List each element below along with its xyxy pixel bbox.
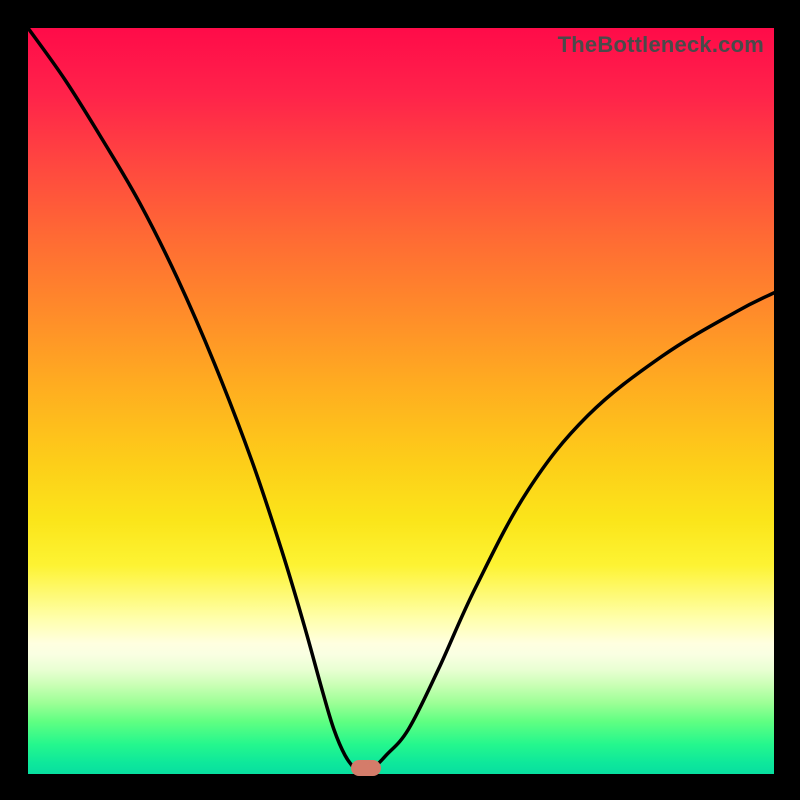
bottleneck-curve (28, 28, 774, 774)
chart-frame: TheBottleneck.com (0, 0, 800, 800)
plot-area: TheBottleneck.com (28, 28, 774, 774)
watermark-text: TheBottleneck.com (558, 32, 764, 58)
minimum-marker (351, 760, 381, 776)
